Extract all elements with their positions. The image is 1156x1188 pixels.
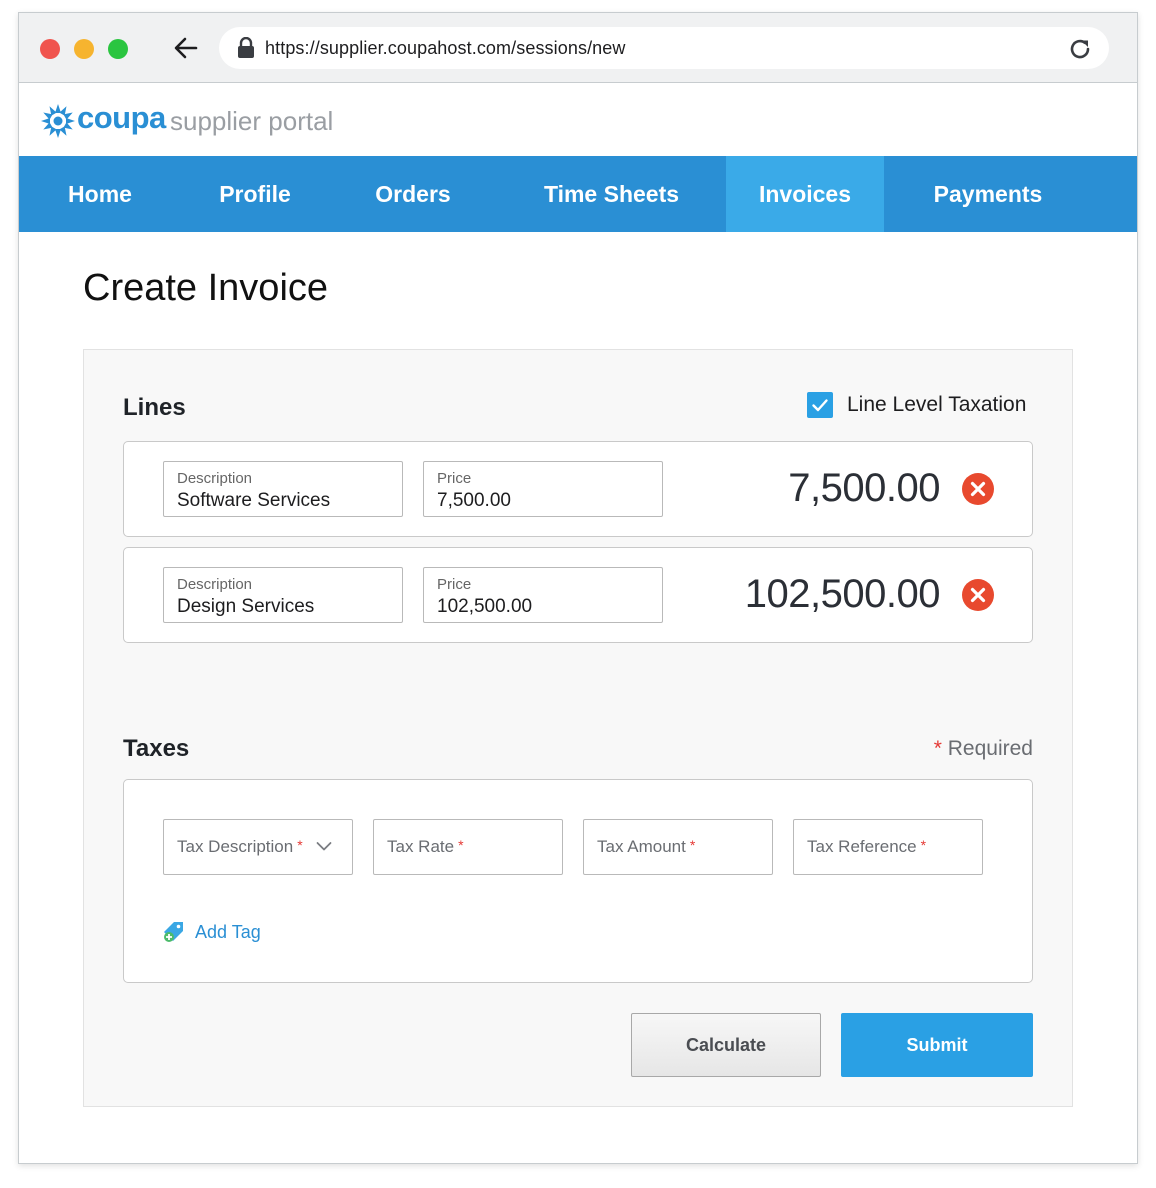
nav-item-invoices[interactable]: Invoices — [726, 156, 884, 232]
price-label: Price — [437, 576, 472, 593]
address-bar[interactable]: https://supplier.coupahost.com/sessions/… — [219, 27, 1109, 69]
main-nav: Home Profile Orders Time Sheets Invoices… — [19, 156, 1137, 232]
nav-item-profile[interactable]: Profile — [181, 156, 329, 232]
required-star: * — [933, 737, 942, 760]
required-marker: * — [920, 837, 927, 853]
tax-rate-field[interactable]: Tax Rate * — [373, 819, 563, 875]
checkmark-icon — [812, 399, 828, 412]
tax-reference-label: Tax Reference — [807, 837, 917, 856]
invoice-line-1: Description Software Services Price 7,50… — [123, 441, 1033, 537]
lines-section-title: Lines — [123, 394, 186, 421]
url-text[interactable]: https://supplier.coupahost.com/sessions/… — [265, 38, 626, 59]
browser-window: https://supplier.coupahost.com/sessions/… — [18, 12, 1138, 1164]
description-value[interactable]: Design Services — [177, 596, 314, 618]
price-value[interactable]: 102,500.00 — [437, 596, 532, 618]
portal-header: coupa supplier portal — [19, 84, 1137, 156]
chevron-down-icon — [316, 842, 332, 851]
required-legend-label: Required — [947, 737, 1033, 760]
nav-item-home[interactable]: Home — [19, 156, 181, 232]
price-value[interactable]: 7,500.00 — [437, 490, 511, 512]
submit-button[interactable]: Submit — [841, 1013, 1033, 1077]
line-description-field[interactable]: Description Design Services — [163, 567, 403, 623]
line-total-amount: 102,500.00 — [744, 572, 941, 616]
add-tag-label[interactable]: Add Tag — [195, 922, 261, 943]
required-marker: * — [297, 837, 303, 853]
line-description-field[interactable]: Description Software Services — [163, 461, 403, 517]
tag-add-icon — [164, 922, 183, 942]
nav-item-payments[interactable]: Payments — [884, 156, 1092, 232]
tax-rate-label: Tax Rate — [387, 837, 455, 856]
line-level-taxation-checkbox[interactable] — [807, 392, 833, 418]
line-price-field[interactable]: Price 7,500.00 — [423, 461, 663, 517]
line-total-amount: 7,500.00 — [788, 466, 940, 510]
reload-icon[interactable] — [1067, 36, 1093, 62]
tax-description-select[interactable]: Tax Description * — [163, 819, 353, 875]
back-arrow-icon[interactable] — [171, 33, 201, 63]
page-title: Create Invoice — [83, 267, 329, 309]
tax-card: Tax Description * Tax Rate * Tax Amount * T… — [123, 779, 1033, 983]
tax-description-label: Tax Description — [177, 837, 294, 856]
close-window-button[interactable] — [40, 39, 60, 59]
line-price-field[interactable]: Price 102,500.00 — [423, 567, 663, 623]
maximize-window-button[interactable] — [108, 39, 128, 59]
calculate-button[interactable]: Calculate — [631, 1013, 821, 1077]
coupa-logo-icon — [41, 104, 75, 138]
brand-subtitle: supplier portal — [170, 106, 334, 136]
nav-item-orders[interactable]: Orders — [329, 156, 497, 232]
invoice-form: Lines Line Level Taxation Description So… — [83, 349, 1073, 1107]
tax-reference-field[interactable]: Tax Reference * — [793, 819, 983, 875]
minimize-window-button[interactable] — [74, 39, 94, 59]
description-value[interactable]: Software Services — [177, 490, 330, 512]
description-label: Description — [177, 576, 253, 593]
required-legend: * Required — [934, 737, 1033, 761]
invoice-line-2: Description Design Services Price 102,50… — [123, 547, 1033, 643]
tax-amount-field[interactable]: Tax Amount * — [583, 819, 773, 875]
brand-logo-text[interactable]: coupa — [77, 100, 166, 136]
required-marker: * — [689, 837, 696, 853]
required-marker: * — [458, 837, 464, 853]
tax-amount-label: Tax Amount — [597, 837, 686, 856]
taxes-section-title: Taxes — [123, 735, 190, 762]
browser-toolbar: https://supplier.coupahost.com/sessions/… — [19, 13, 1137, 83]
remove-line-icon[interactable] — [962, 473, 994, 505]
description-label: Description — [177, 470, 253, 487]
line-level-taxation-label[interactable]: Line Level Taxation — [847, 393, 1026, 417]
remove-line-icon[interactable] — [962, 579, 994, 611]
price-label: Price — [437, 470, 472, 487]
lock-icon — [238, 37, 254, 58]
nav-item-time-sheets[interactable]: Time Sheets — [497, 156, 726, 232]
